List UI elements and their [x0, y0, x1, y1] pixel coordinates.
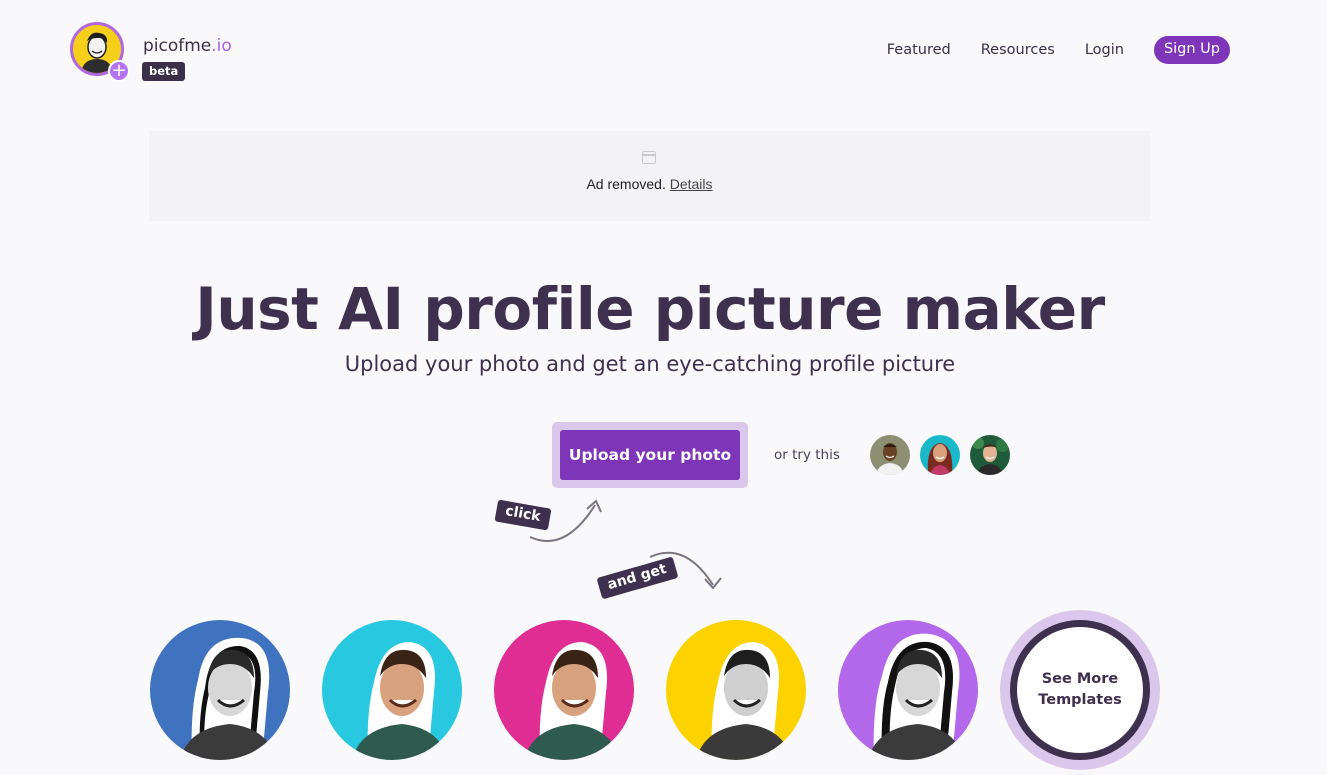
arrow-down-icon	[649, 551, 722, 590]
nav-resources[interactable]: Resources	[981, 42, 1055, 58]
logo[interactable]: +	[70, 22, 130, 82]
hero-subtitle: Upload your photo and get an eye-catchin…	[344, 352, 956, 376]
ad-icon	[642, 151, 656, 164]
hero-title: Just AI profile picture maker	[195, 275, 1105, 343]
brand-name[interactable]: picofme.io	[143, 36, 232, 56]
beta-badge: beta	[142, 62, 186, 81]
signup-button[interactable]: Sign Up	[1153, 36, 1230, 64]
ad-details-link[interactable]: Details	[670, 176, 713, 192]
template-blue[interactable]	[150, 620, 290, 760]
see-more-templates[interactable]: See More Templates	[1000, 610, 1160, 770]
see-more-line2: Templates	[1038, 692, 1122, 708]
upload-wrapper: Upload your photo	[552, 422, 748, 488]
plus-icon: +	[108, 60, 130, 82]
nav-featured[interactable]: Featured	[887, 42, 951, 58]
sample-avatar-1[interactable]	[870, 435, 910, 475]
sample-avatar-2[interactable]	[920, 435, 960, 475]
template-cyan[interactable]	[322, 620, 462, 760]
top-nav: Featured Resources Login Sign Up	[857, 36, 1230, 64]
template-yellow[interactable]	[666, 620, 806, 760]
ad-removed-text: Ad removed.	[586, 176, 666, 192]
ad-placeholder: Ad removed. Details	[149, 131, 1150, 221]
see-more-button[interactable]: See More Templates	[1010, 620, 1150, 760]
template-purple[interactable]	[838, 620, 978, 760]
ad-text: Ad removed. Details	[149, 176, 1150, 192]
upload-photo-button[interactable]: Upload your photo	[560, 430, 740, 480]
or-try-text: or try this	[774, 447, 840, 463]
sample-avatar-3[interactable]	[970, 435, 1010, 475]
arrow-up-icon	[529, 499, 602, 542]
nav-login[interactable]: Login	[1085, 42, 1124, 58]
template-pink[interactable]	[494, 620, 634, 760]
see-more-line1: See More	[1041, 671, 1119, 687]
